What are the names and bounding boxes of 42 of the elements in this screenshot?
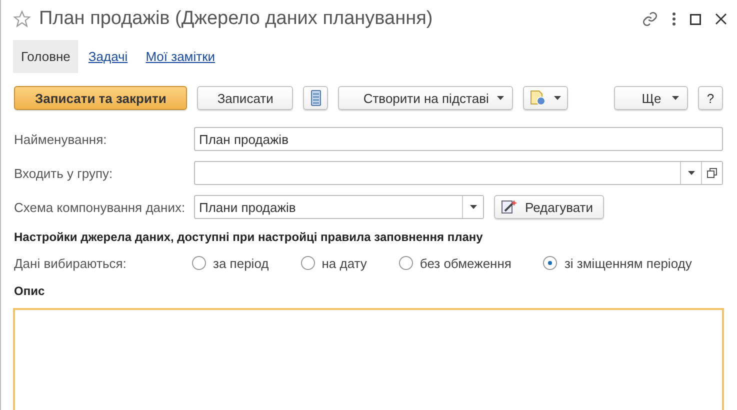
list-icon bbox=[310, 90, 321, 106]
tab[interactable]: Мої замітки bbox=[138, 40, 224, 72]
radio-option[interactable]: за період bbox=[192, 256, 269, 270]
caret-icon bbox=[554, 96, 561, 100]
radio-option[interactable]: на дату bbox=[300, 256, 367, 270]
tab[interactable]: Головне bbox=[13, 40, 78, 72]
list-button[interactable] bbox=[303, 86, 328, 110]
caret-icon bbox=[496, 96, 504, 100]
menu-button[interactable]: Ще bbox=[614, 86, 688, 110]
section-heading: Опис bbox=[13, 283, 46, 300]
field-label: Входить у групу: bbox=[14, 166, 114, 180]
select-field[interactable]: Плани продажів bbox=[194, 195, 484, 219]
open-icon bbox=[707, 168, 717, 178]
input-field[interactable] bbox=[194, 161, 723, 185]
report-icon bbox=[530, 90, 546, 106]
radio-option[interactable]: без обмеження bbox=[398, 256, 512, 270]
star-icon[interactable] bbox=[13, 10, 31, 28]
save-and-close-button[interactable]: Записати та закрити bbox=[14, 86, 188, 110]
radio-option[interactable]: зі зміщенням періоду bbox=[543, 256, 692, 270]
field-label: Схема компонування даних: bbox=[14, 200, 186, 214]
link-icon[interactable] bbox=[642, 11, 658, 27]
more-icon[interactable] bbox=[672, 12, 676, 26]
wand-icon bbox=[501, 199, 517, 215]
field-label: Найменування: bbox=[14, 132, 108, 146]
maximize-icon[interactable] bbox=[690, 14, 701, 24]
dropdown-button[interactable] bbox=[462, 196, 483, 218]
report-menu-button[interactable] bbox=[522, 86, 568, 110]
toolbar-button[interactable]: Записати bbox=[197, 86, 294, 110]
field-label: Дані вибираються: bbox=[14, 256, 128, 270]
edit-button[interactable]: Редагувати bbox=[494, 195, 604, 219]
caret-icon bbox=[688, 171, 694, 175]
toolbar-button[interactable]: ? bbox=[698, 86, 723, 110]
caret-icon bbox=[470, 205, 476, 209]
tab[interactable]: Задачі bbox=[80, 40, 136, 72]
description-field[interactable] bbox=[13, 308, 724, 410]
open-button[interactable] bbox=[701, 162, 722, 184]
caret-icon bbox=[672, 96, 679, 100]
input-field[interactable]: План продажів bbox=[194, 127, 723, 151]
close-icon[interactable] bbox=[715, 13, 727, 25]
menu-button[interactable]: Створити на підставі bbox=[338, 86, 513, 110]
window-title: План продажів (Джерело даних планування) bbox=[39, 8, 434, 30]
section-heading: Настройки джерела даних, доступні при настройці правила заповнення плану bbox=[13, 229, 484, 246]
